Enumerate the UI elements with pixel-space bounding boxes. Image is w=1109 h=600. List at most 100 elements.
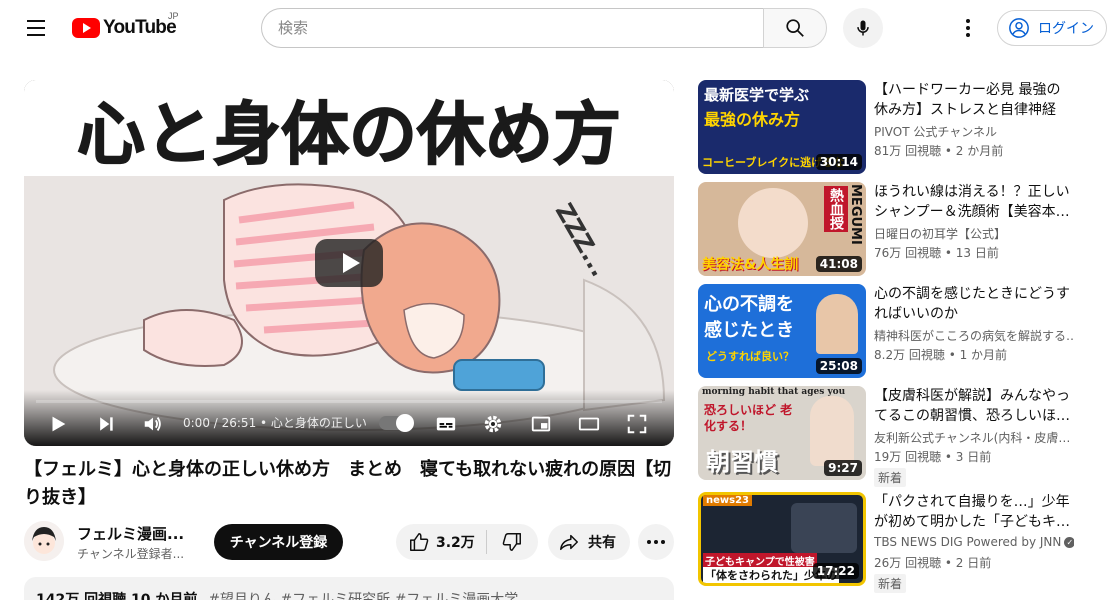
search-box [261, 8, 764, 48]
duration-badge: 17:22 [812, 563, 859, 579]
play-icon[interactable] [42, 408, 74, 440]
like-dislike-group: 3.2万 [396, 524, 538, 560]
recommendation-thumbnail[interactable]: morning habit that ages you 恐ろしいほど 老化する！… [698, 386, 866, 480]
share-button[interactable]: 共有 [548, 524, 630, 560]
thumb-text: 恐ろしいほど 老化する！ [704, 403, 793, 433]
time-display: 0:00 / 26:51 • 心と身体の正しい [183, 416, 367, 430]
thumb-text: MEGUMI [848, 184, 863, 245]
thumb-text: 朝習慣 [706, 448, 778, 476]
recommendation-item[interactable]: news23 子どもキャンプで性被害 「体をさわられた」少年の 17:22 「パ… [698, 492, 1098, 593]
thumbs-up-icon [410, 533, 429, 551]
recommendation-channel[interactable]: 日曜日の初耳学【公式】 [874, 225, 1074, 242]
phone-shape [791, 503, 857, 553]
description-views: 142万 回視聴 10 か月前 [36, 592, 198, 600]
duration-badge: 25:08 [815, 358, 862, 374]
recommendation-thumbnail[interactable]: 熱血授 MEGUMI 美容法&人生訓 41:08 [698, 182, 866, 276]
thumbs-down-icon [502, 533, 521, 551]
like-divider [486, 530, 487, 554]
more-actions-button[interactable] [638, 524, 674, 560]
thumb-text: 子どもキャンプで性被害 [703, 553, 817, 568]
login-button[interactable]: ログイン [997, 10, 1107, 46]
settings-more-icon[interactable] [952, 12, 984, 44]
thumb-text: news23 [703, 495, 753, 506]
like-button[interactable]: 3.2万 [396, 524, 486, 560]
thumb-text: 熱血授 [824, 186, 848, 232]
player-controls: 0:00 / 26:51 • 心と身体の正しい [24, 390, 674, 446]
share-icon [560, 534, 578, 551]
fullscreen-icon[interactable] [621, 408, 653, 440]
recommendation-meta: 76万 回視聴 • 13 日前 [874, 246, 999, 260]
volume-icon[interactable] [137, 408, 169, 440]
duration-badge: 41:08 [815, 256, 862, 272]
recommendation-meta: 19万 回視聴 • 3 日前 [874, 450, 992, 464]
recommendation-thumbnail[interactable]: 心の不調を 感じたとき どうすれば良い？ 25:08 [698, 284, 866, 378]
dislike-button[interactable] [488, 524, 536, 560]
channel-avatar[interactable] [24, 521, 64, 561]
settings-icon[interactable] [477, 408, 509, 440]
recommendation-title[interactable]: 【ハードワーカー必見 最強の休み方】ストレスと自律神経を… [874, 80, 1074, 120]
search-button[interactable] [763, 8, 827, 48]
recommendation-channel[interactable]: PIVOT 公式チャンネル [874, 123, 1074, 140]
channel-subscribers: チャンネル登録者... [77, 547, 185, 561]
youtube-logo[interactable]: YouTube JP [72, 11, 179, 41]
search-input[interactable] [262, 9, 764, 47]
login-label: ログイン [1038, 21, 1094, 37]
thumb-text: morning habit that ages you [702, 387, 846, 397]
recommendation-channel[interactable]: 友利新公式チャンネル(内科・皮膚… [874, 429, 1074, 446]
top-bar: YouTube JP ログイン [0, 0, 1109, 56]
recommendation-meta: 81万 回視聴 • 2 か月前 [874, 144, 1004, 158]
recommendation-thumbnail[interactable]: news23 子どもキャンプで性被害 「体をさわられた」少年の 17:22 [698, 492, 866, 586]
recommendation-channel[interactable]: TBS NEWS DIG Powered by JNN ✓ [874, 535, 1074, 549]
new-badge: 新着 [874, 574, 907, 593]
portrait-shape [816, 294, 858, 354]
progress-bar[interactable] [36, 400, 662, 403]
duration-badge: 9:27 [824, 460, 862, 476]
play-overlay-button[interactable] [315, 239, 383, 287]
recommendation-item[interactable]: 熱血授 MEGUMI 美容法&人生訓 41:08 ほうれい線は消える！？正しいシ… [698, 182, 1098, 276]
description-tags[interactable]: #望月りん #フェルミ研究所 #フェルミ漫画大学 [208, 592, 518, 600]
thumbnail-title: 心と身体の休め方 [77, 96, 621, 175]
logo-text: YouTube [103, 17, 177, 38]
thumb-text: 最新医学で学ぶ [704, 86, 810, 104]
video-title: 【フェルミ】心と身体の正しい休め方 まとめ 寝ても取れない疲れの原因【切り抜き】 [24, 459, 672, 508]
logo-region: JP [168, 11, 179, 21]
voice-search-button[interactable] [843, 8, 883, 48]
recommendation-title[interactable]: 心の不調を感じたときにどうすればいいのか [874, 284, 1074, 324]
search-icon [786, 19, 804, 37]
thumb-text: 美容法&人生訓 [702, 257, 799, 273]
portrait-shape [810, 396, 854, 466]
miniplayer-icon[interactable] [525, 408, 557, 440]
channel-row: フェルミ漫画... チャンネル登録者... チャンネル登録 3.2万 共有 [24, 520, 674, 564]
recommendation-item[interactable]: morning habit that ages you 恐ろしいほど 老化する！… [698, 386, 1098, 487]
recommendation-title[interactable]: ほうれい線は消える！？正しいシャンプー＆洗顔術【美容本… [874, 182, 1074, 222]
menu-icon[interactable] [20, 12, 52, 44]
account-icon [1009, 18, 1029, 38]
mic-icon [857, 20, 869, 36]
thumb-text: 最強の休み方 [704, 110, 801, 129]
recommendation-channel-name: TBS NEWS DIG Powered by JNN [874, 535, 1062, 549]
verified-icon: ✓ [1064, 537, 1074, 548]
next-icon[interactable] [90, 408, 122, 440]
duration-badge: 30:14 [815, 154, 862, 170]
like-count: 3.2万 [436, 535, 475, 551]
theater-mode-icon[interactable] [573, 408, 605, 440]
subscribe-button[interactable]: チャンネル登録 [214, 524, 343, 560]
recommendation-meta: 26万 回視聴 • 2 日前 [874, 556, 992, 570]
recommendation-thumbnail[interactable]: 最新医学で学ぶ 最強の休み方 コーヒーブレイクに逃げるな 30:14 [698, 80, 866, 174]
video-player[interactable]: ZZZ... 心と身体の休め方 0:00 / 26:51 • 心と身体の正しい [24, 80, 674, 446]
recommendation-title[interactable]: 【皮膚科医が解説】みんなやってるこの朝習慣、恐ろしいほ… [874, 386, 1074, 426]
recommendation-title[interactable]: 「パクされて自撮りを…」少年が初めて明かした「子どもキ… [874, 492, 1074, 532]
thumb-text: どうすれば良い？ [706, 350, 794, 363]
autoplay-toggle[interactable] [379, 414, 414, 432]
thumb-text: 心の不調を [704, 294, 794, 315]
youtube-logo-icon [72, 18, 100, 38]
recommendation-meta: 8.2万 回視聴 • 1 か月前 [874, 348, 1008, 362]
share-label: 共有 [588, 535, 616, 551]
recommendation-channel[interactable]: 精神科医がこころの病気を解説する… [874, 327, 1074, 344]
description-box[interactable]: 142万 回視聴 10 か月前 #望月りん #フェルミ研究所 #フェルミ漫画大学 [24, 577, 674, 600]
recommendation-item[interactable]: 最新医学で学ぶ 最強の休み方 コーヒーブレイクに逃げるな 30:14 【ハードワ… [698, 80, 1098, 174]
channel-name[interactable]: フェルミ漫画... [77, 523, 197, 544]
recommendation-item[interactable]: 心の不調を 感じたとき どうすれば良い？ 25:08 心の不調を感じたときにどう… [698, 284, 1098, 378]
thumb-text: 感じたとき [704, 320, 794, 341]
subtitles-icon[interactable] [430, 408, 462, 440]
